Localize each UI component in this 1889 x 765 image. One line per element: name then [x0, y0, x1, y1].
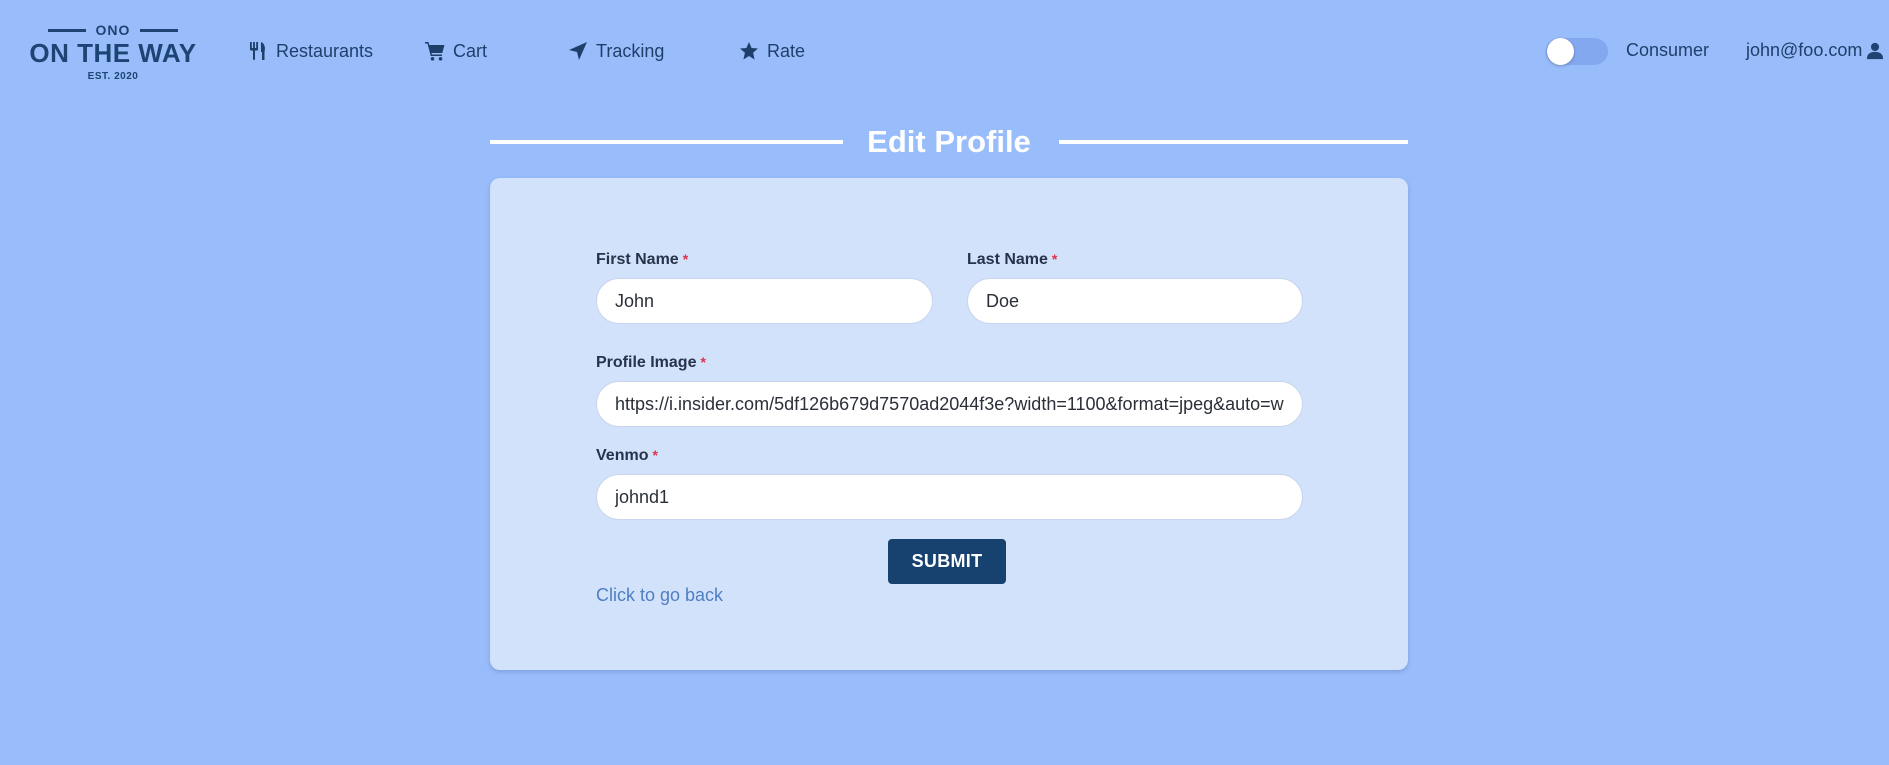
page-title-row: Edit Profile: [490, 120, 1408, 164]
cart-icon: [425, 42, 445, 61]
logo-rule-left: [47, 28, 86, 32]
nav-rate-label: Rate: [767, 40, 806, 61]
required-mark: *: [682, 251, 689, 267]
last-name-label: Last Name *: [967, 251, 1057, 269]
profile-image-label-text: Profile Image: [596, 354, 697, 371]
submit-button[interactable]: SUBMIT: [888, 539, 1006, 584]
nav-tracking-label: Tracking: [596, 40, 665, 61]
logo-main-text: ON THE WAY: [29, 38, 197, 68]
venmo-label-text: Venmo: [596, 447, 649, 464]
role-label: Consumer: [1626, 40, 1710, 60]
nav-cart-label: Cart: [453, 40, 488, 61]
user-icon: [1867, 42, 1884, 59]
go-back-link[interactable]: Click to go back: [596, 585, 723, 606]
nav-restaurants[interactable]: Restaurants: [248, 39, 373, 63]
page-title: Edit Profile: [867, 124, 1031, 159]
toggle-knob: [1547, 38, 1574, 65]
first-name-label: First Name *: [596, 251, 688, 269]
venmo-label: Venmo *: [596, 447, 658, 465]
required-mark: *: [700, 354, 706, 370]
first-name-input[interactable]: [596, 278, 933, 324]
logo-est-text: EST. 2020: [87, 71, 139, 82]
nav-cart[interactable]: Cart: [425, 39, 487, 63]
nav-restaurants-label: Restaurants: [276, 40, 374, 61]
user-email: john@foo.com: [1746, 40, 1863, 60]
user-account-link[interactable]: john@foo.com: [1746, 40, 1884, 61]
edit-profile-card: First Name* Last Name* Profile Image* Ve…: [490, 178, 1408, 670]
star-icon: [740, 42, 758, 60]
logo-top-text: ONO: [95, 22, 131, 38]
top-navbar: ONO ON THE WAY EST. 2020 Restaurants Car…: [0, 0, 1889, 102]
first-name-label-text: First Name: [596, 251, 679, 268]
venmo-input[interactable]: [596, 474, 1303, 520]
logo-top-line: ONO: [26, 22, 200, 38]
required-mark: *: [1051, 251, 1058, 267]
required-mark: *: [652, 447, 658, 463]
nav-tracking[interactable]: Tracking: [568, 39, 664, 63]
nav-rate[interactable]: Rate: [739, 39, 805, 63]
last-name-input[interactable]: [967, 278, 1303, 324]
profile-image-label: Profile Image *: [596, 354, 706, 372]
brand-logo[interactable]: ONO ON THE WAY EST. 2020: [26, 22, 200, 88]
profile-image-input[interactable]: [596, 381, 1303, 427]
last-name-label-text: Last Name: [967, 251, 1048, 268]
logo-rule-right: [140, 28, 179, 32]
location-arrow-icon: [569, 42, 587, 60]
role-toggle[interactable]: [1546, 38, 1608, 65]
utensils-icon: [250, 42, 265, 60]
